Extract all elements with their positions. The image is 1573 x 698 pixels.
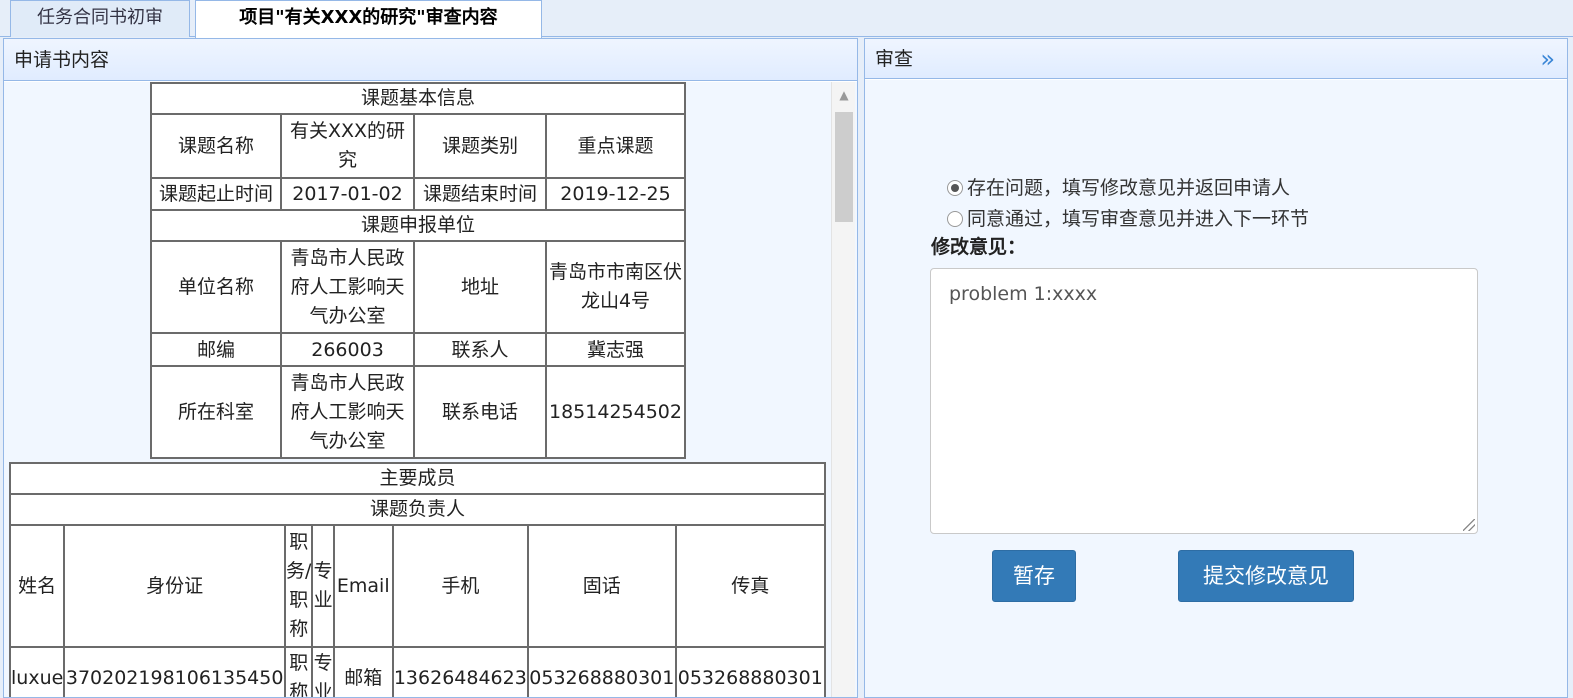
radio-option-approve[interactable]: 同意通过，填写审查意见并进入下一环节 bbox=[947, 204, 1309, 231]
radio-unchecked-icon[interactable] bbox=[947, 211, 963, 227]
table-row: luxue 370202198106135450 职称 专业 邮箱 136264… bbox=[8, 646, 827, 697]
leader-section: 课题负责人 bbox=[9, 493, 826, 526]
topic-start-value: 2017-01-02 bbox=[280, 177, 415, 211]
dept-label: 所在科室 bbox=[149, 365, 283, 459]
member-title: 职称 bbox=[284, 646, 314, 697]
topic-start-label: 课题起止时间 bbox=[149, 177, 283, 211]
member-mobile: 13626484623 bbox=[391, 646, 530, 697]
review-panel-body: 存在问题，填写修改意见并返回申请人 同意通过，填写审查意见并进入下一环节 修改意… bbox=[865, 80, 1567, 697]
topic-category-label: 课题类别 bbox=[413, 113, 547, 179]
topic-end-value: 2019-12-25 bbox=[544, 177, 687, 211]
unit-info-section: 课题申报单位 bbox=[150, 209, 686, 242]
submit-opinion-button[interactable]: 提交修改意见 bbox=[1178, 550, 1354, 602]
member-email: 邮箱 bbox=[332, 646, 394, 697]
header-name: 姓名 bbox=[8, 524, 66, 648]
review-panel: 审查 » 存在问题，填写修改意见并返回申请人 同意通过，填写审查意见并进入下一环… bbox=[864, 38, 1568, 698]
basic-info-section: 课题基本信息 bbox=[150, 82, 686, 115]
tab-contract-review[interactable]: 任务合同书初审 bbox=[10, 0, 190, 37]
contact-value: 冀志强 bbox=[544, 332, 687, 367]
header-major: 专业 bbox=[311, 524, 335, 648]
member-fax: 053268880301 bbox=[674, 646, 827, 697]
scroll-thumb[interactable] bbox=[835, 112, 853, 222]
header-fax: 传真 bbox=[674, 524, 827, 648]
topic-end-label: 课题结束时间 bbox=[413, 177, 547, 211]
tab-bar: 任务合同书初审 项目"有关XXX的研究"审查内容 bbox=[0, 0, 1573, 38]
header-id-card: 身份证 bbox=[63, 524, 287, 648]
header-email: Email bbox=[332, 524, 394, 648]
topic-name-value: 有关XXX的研究 bbox=[280, 113, 415, 179]
members-section: 主要成员 bbox=[9, 462, 826, 495]
topic-name-label: 课题名称 bbox=[149, 113, 283, 179]
header-title: 职务/职称 bbox=[284, 524, 314, 648]
scroll-up-icon[interactable]: ▲ bbox=[832, 82, 856, 108]
unit-name-value: 青岛市人民政府人工影响天气办公室 bbox=[280, 240, 415, 334]
member-major: 专业 bbox=[311, 646, 335, 697]
opinion-textarea[interactable]: problem 1:xxxx bbox=[930, 268, 1478, 534]
member-name: luxue bbox=[8, 646, 66, 697]
zip-value: 266003 bbox=[280, 332, 415, 367]
double-chevron-right-icon[interactable]: » bbox=[1540, 39, 1555, 79]
topic-category-value: 重点课题 bbox=[544, 113, 687, 179]
option-reject-label: 存在问题，填写修改意见并返回申请人 bbox=[967, 177, 1291, 199]
member-landline: 053268880301 bbox=[527, 646, 677, 697]
radio-option-reject[interactable]: 存在问题，填写修改意见并返回申请人 bbox=[947, 173, 1290, 200]
phone-label: 联系电话 bbox=[413, 365, 547, 459]
application-content-body[interactable]: 课题基本信息 课题名称 有关XXX的研究 课题类别 重点课题 课题起止时间 20… bbox=[4, 82, 857, 697]
address-value: 青岛市市南区伏龙山4号 bbox=[544, 240, 687, 334]
tab-project-review[interactable]: 项目"有关XXX的研究"审查内容 bbox=[195, 0, 542, 38]
vertical-scrollbar[interactable]: ▲ bbox=[831, 82, 855, 697]
member-id-card: 370202198106135450 bbox=[63, 646, 287, 697]
header-landline: 固话 bbox=[527, 524, 677, 648]
application-content-panel: 申请书内容 课题基本信息 课题名称 有关XXX的研究 课题类别 重点课题 课题起… bbox=[3, 38, 858, 698]
contact-label: 联系人 bbox=[413, 332, 547, 367]
radio-checked-icon[interactable] bbox=[947, 180, 963, 196]
phone-value: 18514254502 bbox=[544, 365, 687, 459]
opinion-label: 修改意见： bbox=[931, 236, 1027, 258]
review-panel-header: 审查 » bbox=[865, 39, 1567, 79]
zip-label: 邮编 bbox=[149, 332, 283, 367]
resize-grip-icon[interactable] bbox=[1463, 519, 1475, 531]
application-content-title: 申请书内容 bbox=[4, 39, 857, 81]
address-label: 地址 bbox=[413, 240, 547, 334]
review-panel-title: 审查 bbox=[875, 48, 914, 70]
members-table: 主要成员 课题负责人 姓名 身份证 职务/职称 专业 Email 手机 固话 传… bbox=[8, 462, 827, 697]
unit-name-label: 单位名称 bbox=[149, 240, 283, 334]
basic-info-table: 课题基本信息 课题名称 有关XXX的研究 课题类别 重点课题 课题起止时间 20… bbox=[149, 82, 687, 459]
opinion-text: problem 1:xxxx bbox=[949, 283, 1098, 305]
option-approve-label: 同意通过，填写审查意见并进入下一环节 bbox=[967, 208, 1310, 230]
header-mobile: 手机 bbox=[391, 524, 530, 648]
save-draft-button[interactable]: 暂存 bbox=[992, 550, 1076, 602]
dept-value: 青岛市人民政府人工影响天气办公室 bbox=[280, 365, 415, 459]
